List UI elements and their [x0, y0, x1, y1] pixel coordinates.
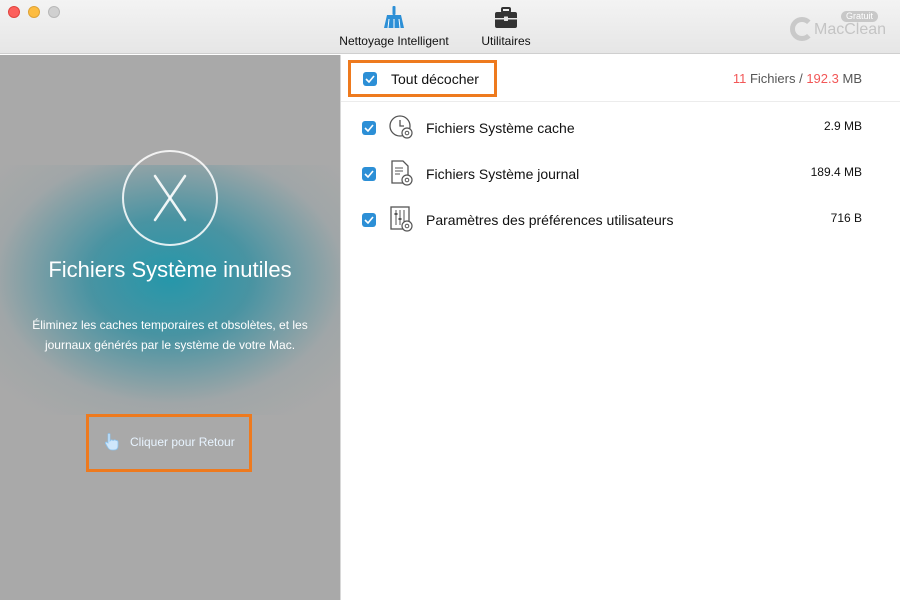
select-all-highlight[interactable]: Tout décocher: [348, 60, 497, 97]
select-all-checkbox[interactable]: [363, 71, 377, 86]
toolbar-utilities[interactable]: Utilitaires: [478, 5, 534, 48]
toolbar-utilities-label: Utilitaires: [481, 34, 531, 48]
select-all-row: Tout décocher 11 Fichiers / 192.3 MB: [341, 55, 900, 102]
brand-c-icon: [790, 17, 814, 41]
item-label: Paramètres des préférences utilisateurs: [426, 212, 674, 228]
item-checkbox[interactable]: [362, 121, 376, 135]
window-controls: [8, 6, 60, 18]
brand-name: MacClean: [814, 21, 887, 38]
close-window-button[interactable]: [8, 6, 20, 18]
sliders-gear-icon: [390, 206, 413, 232]
list-item[interactable]: Fichiers Système cache 2.9 MB: [341, 108, 900, 148]
back-button-highlight: Cliquer pour Retour: [86, 414, 252, 472]
os-x-logo-icon: [122, 150, 218, 246]
back-button-label: Cliquer pour Retour: [130, 435, 235, 449]
list-item[interactable]: Fichiers Système journal 189.4 MB: [341, 154, 900, 194]
item-label: Fichiers Système cache: [426, 120, 575, 136]
minimize-window-button[interactable]: [28, 6, 40, 18]
item-label: Fichiers Système journal: [426, 166, 580, 182]
item-size: 716 B: [830, 211, 862, 225]
brand-logo: Gratuit MacClean: [790, 11, 890, 45]
left-panel: Fichiers Système inutiles Éliminez les c…: [0, 55, 340, 600]
broom-icon: [381, 5, 407, 31]
left-panel-description: Éliminez les caches temporaires et obsol…: [32, 318, 308, 352]
file-count: 11: [732, 71, 747, 86]
back-button[interactable]: Cliquer pour Retour: [104, 433, 235, 451]
item-size: 2.9 MB: [823, 119, 862, 133]
toolbox-icon: [493, 5, 519, 31]
selection-summary: 11 Fichiers / 192.3 MB: [733, 71, 862, 86]
toolbar-smart-clean[interactable]: Nettoyage Intelligent: [339, 5, 449, 48]
total-size-unit: MB: [838, 71, 862, 86]
document-gear-icon: [391, 160, 413, 186]
maximize-window-button[interactable]: [48, 6, 60, 18]
item-checkbox[interactable]: [362, 213, 376, 227]
total-size: 192.3: [806, 71, 839, 86]
toolbar-smart-clean-label: Nettoyage Intelligent: [339, 34, 449, 48]
file-count-label: Fichiers /: [746, 71, 807, 86]
pointing-hand-icon: [104, 433, 119, 451]
list-item[interactable]: Paramètres des préférences utilisateurs …: [341, 200, 900, 240]
item-checkbox[interactable]: [362, 167, 376, 181]
title-bar: Nettoyage Intelligent Utilitaires Gratui…: [0, 0, 900, 54]
select-all-label: Tout décocher: [391, 70, 479, 87]
item-size: 189.4 MB: [810, 165, 862, 179]
right-panel: Tout décocher 11 Fichiers / 192.3 MB Fic…: [341, 55, 900, 600]
clock-gear-icon: [389, 115, 413, 139]
left-panel-title: Fichiers Système inutiles: [48, 257, 292, 282]
